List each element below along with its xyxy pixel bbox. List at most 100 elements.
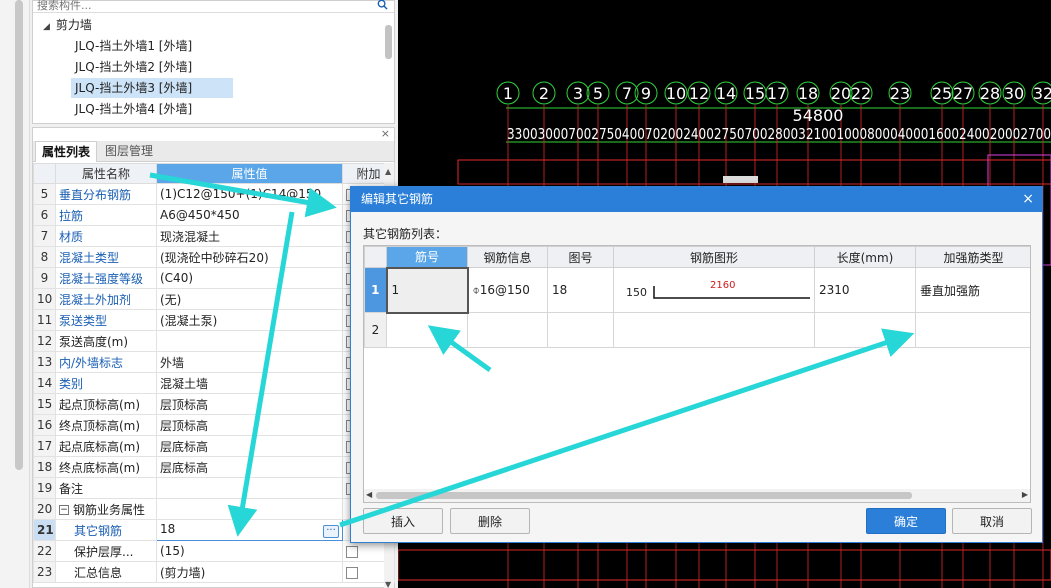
axis-label: 10 — [666, 84, 686, 103]
property-value[interactable]: (C40) — [156, 267, 343, 289]
table-row[interactable]: 23 汇总信息 (剪力墙) — [33, 561, 395, 583]
left-scrollbar-thumb[interactable] — [15, 0, 23, 470]
property-value[interactable]: (现浇砼中砂碎石20) — [156, 246, 343, 268]
table-row[interactable]: 18 终点底标高(m) 层底标高 — [33, 456, 395, 478]
grid-scroll-thumb[interactable] — [376, 492, 912, 499]
col-header-bar-no[interactable]: 筋号 — [386, 246, 468, 268]
tab-property-list[interactable]: 属性列表 — [35, 141, 98, 162]
property-value[interactable]: 18 ··· — [156, 519, 343, 541]
left-scroll-strip — [0, 0, 30, 588]
table-row[interactable]: 14 类别 混凝土墙 — [33, 372, 395, 394]
tree-node-wall[interactable]: JLQ-挡土外墙4 [外墙] — [71, 99, 196, 119]
tree-scrollbar-thumb[interactable] — [385, 25, 392, 59]
tree-node-wall[interactable]: JLQ-挡土外墙3 [外墙] — [71, 78, 233, 98]
property-value[interactable]: 现浇混凝土 — [156, 225, 343, 247]
search-input[interactable] — [37, 0, 367, 12]
scroll-right-icon[interactable]: ▶ — [1022, 490, 1028, 499]
rebar-shape-cell[interactable]: 150 2160 — [613, 267, 815, 313]
tree-node-wall[interactable]: JLQ-挡土外墙1 [外墙] — [71, 36, 196, 56]
property-value[interactable] — [156, 477, 343, 499]
bar-no-cell[interactable] — [386, 312, 468, 348]
table-row[interactable]: 11 泵送类型 (混凝土泵) — [33, 309, 395, 331]
property-value[interactable]: 混凝土墙 — [156, 372, 343, 394]
table-row[interactable]: 15 起点顶标高(m) 层顶标高 — [33, 393, 395, 415]
figure-no-cell[interactable]: 18 — [547, 267, 614, 313]
rebar-list-label: 其它钢筋列表： — [363, 227, 448, 241]
row-number[interactable]: 1 — [364, 267, 387, 313]
delete-button[interactable]: 删除 — [450, 508, 530, 534]
scroll-up-icon[interactable]: ▲ — [385, 167, 391, 176]
length-cell[interactable]: 2310 — [814, 267, 916, 313]
table-row[interactable]: 10 混凝土外加剂 (无) — [33, 288, 395, 310]
reinforce-type-cell[interactable] — [915, 312, 1030, 348]
property-value[interactable]: 层底标高 — [156, 456, 343, 478]
property-value[interactable]: 层底标高 — [156, 435, 343, 457]
property-value[interactable]: (无) — [156, 288, 343, 310]
col-header-row — [364, 246, 387, 268]
length-cell[interactable] — [814, 312, 916, 348]
axis-label: 23 — [890, 84, 910, 103]
col-header-rebar-shape[interactable]: 钢筋图形 — [613, 246, 815, 268]
scroll-left-icon[interactable]: ◀ — [366, 490, 372, 499]
property-value[interactable]: (混凝土泵) — [156, 309, 343, 331]
axis-label: 30 — [1004, 84, 1024, 103]
tree-node-wall[interactable]: JLQ-挡土外墙2 [外墙] — [71, 57, 196, 77]
property-value[interactable]: A6@450*450 — [156, 204, 343, 226]
table-row[interactable]: 5 垂直分布钢筋 (1)C12@150+(1)C14@150 — [33, 183, 395, 205]
attach-checkbox[interactable] — [346, 545, 358, 558]
cancel-button[interactable]: 取消 — [952, 508, 1032, 534]
property-value[interactable]: (1)C12@150+(1)C14@150 — [156, 183, 343, 205]
tree-node-shear-wall[interactable]: ◢ 剪力墙 — [43, 15, 92, 35]
table-row[interactable]: 17 起点底标高(m) 层底标高 — [33, 435, 395, 457]
collapse-triangle-icon[interactable]: ◢ — [43, 17, 50, 37]
grid-horizontal-scrollbar[interactable]: ◀ ▶ — [364, 489, 1030, 502]
table-row[interactable]: 20− 钢筋业务属性 — [33, 498, 395, 520]
table-row[interactable]: 19 备注 — [33, 477, 395, 499]
table-row[interactable]: 21 其它钢筋 18 ··· — [33, 519, 395, 541]
property-value[interactable]: (15) — [156, 540, 343, 562]
attach-checkbox[interactable] — [346, 566, 358, 579]
rebar-shape-cell[interactable] — [613, 312, 815, 348]
property-value[interactable]: 层顶标高 — [156, 393, 343, 415]
ellipsis-button[interactable]: ··· — [323, 525, 339, 538]
figure-no-cell[interactable] — [547, 312, 614, 348]
axis-label: 7 — [622, 84, 632, 103]
property-value[interactable]: 层顶标高 — [156, 414, 343, 436]
property-value-text: 18 — [160, 522, 176, 536]
table-row[interactable]: 2 — [364, 312, 1030, 348]
collapse-minus-icon[interactable]: − — [59, 505, 69, 515]
insert-button[interactable]: 插入 — [363, 508, 443, 534]
dialog-title-bar[interactable]: 编辑其它钢筋 × — [351, 187, 1042, 212]
axis-label: 28 — [980, 84, 1000, 103]
row-number[interactable]: 2 — [364, 312, 387, 348]
table-row[interactable]: 8 混凝土类型 (现浇砼中砂碎石20) — [33, 246, 395, 268]
bar-no-cell[interactable]: 1 — [385, 266, 469, 314]
col-header-figure-no[interactable]: 图号 — [547, 246, 614, 268]
property-value[interactable] — [156, 498, 343, 520]
table-row[interactable]: 12 泵送高度(m) — [33, 330, 395, 352]
search-icon[interactable] — [377, 0, 388, 10]
panel-close-icon[interactable]: × — [381, 127, 390, 140]
rebar-info-cell[interactable] — [467, 312, 548, 348]
table-row[interactable]: 9 混凝土强度等级 (C40) — [33, 267, 395, 289]
ok-button[interactable]: 确定 — [866, 508, 946, 534]
table-row[interactable]: 16 终点顶标高(m) 层顶标高 — [33, 414, 395, 436]
property-value[interactable] — [156, 330, 343, 352]
property-value[interactable]: (剪力墙) — [156, 561, 343, 583]
col-header-rebar-info[interactable]: 钢筋信息 — [467, 246, 548, 268]
dialog-close-icon[interactable]: × — [1022, 187, 1034, 212]
reinforce-type-cell[interactable]: 垂直加强筋 — [915, 267, 1030, 313]
col-header-length[interactable]: 长度(mm) — [814, 246, 916, 268]
row-index: 23 — [33, 561, 56, 583]
rebar-grid: 筋号 钢筋信息 图号 钢筋图形 长度(mm) 加强筋类型 1 1 ⌽16@150… — [363, 245, 1031, 503]
table-row[interactable]: 7 材质 现浇混凝土 — [33, 225, 395, 247]
scroll-down-icon[interactable]: ▼ — [385, 580, 391, 588]
table-row[interactable]: 6 拉筋 A6@450*450 — [33, 204, 395, 226]
table-row[interactable]: 13 内/外墙标志 外墙 — [33, 351, 395, 373]
property-value[interactable]: 外墙 — [156, 351, 343, 373]
table-row[interactable]: 1 1 ⌽16@150 18 150 2160 2310 垂直加强筋 — [364, 266, 1030, 314]
table-row[interactable]: 22 保护层厚... (15) — [33, 540, 395, 562]
tab-layer-management[interactable]: 图层管理 — [99, 141, 159, 162]
col-header-reinforce-type[interactable]: 加强筋类型 — [915, 246, 1030, 268]
rebar-info-cell[interactable]: ⌽16@150 — [467, 267, 548, 313]
